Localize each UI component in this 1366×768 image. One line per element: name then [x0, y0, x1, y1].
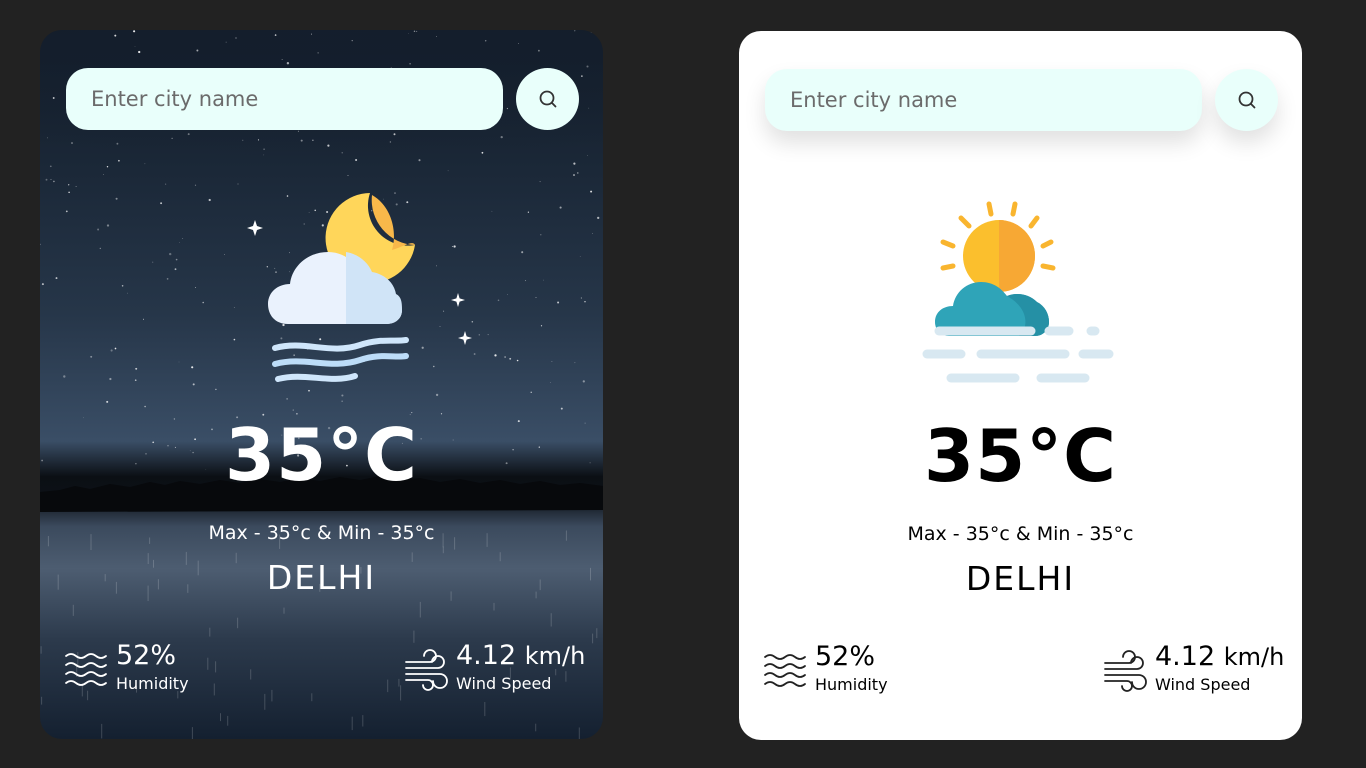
waves-icon	[764, 654, 806, 687]
min-max-temperature: Max - 35°c & Min - 35°c	[208, 522, 435, 544]
wind-speed-label: Wind Speed	[456, 674, 552, 693]
wind-speed-unit: km/h	[1223, 643, 1285, 671]
humidity-value: 52%	[815, 641, 876, 672]
weather-card-day: 35°C Max - 35°c & Min - 35°c DELHI 52% H…	[739, 31, 1302, 740]
search-icon	[1238, 91, 1255, 109]
city-search-input[interactable]	[66, 68, 503, 130]
wind-speed-value: 4.12 km/h	[456, 640, 585, 671]
wind-speed-value: 4.12 km/h	[1155, 641, 1284, 672]
partly-sunny-fog-icon	[922, 201, 1114, 383]
weather-card-night: 35°C Max - 35°c & Min - 35°c DELHI 52% H…	[40, 30, 603, 739]
wind-speed-number: 4.12	[1155, 641, 1216, 672]
wind-detail: 4.12 km/h Wind Speed	[404, 640, 603, 700]
city-search-input[interactable]	[765, 69, 1202, 131]
search-button[interactable]	[1215, 69, 1278, 131]
city-name: DELHI	[965, 559, 1076, 598]
wind-icon	[405, 649, 448, 691]
wind-detail: 4.12 km/h Wind Speed	[1103, 641, 1302, 701]
humidity-label: Humidity	[116, 674, 189, 693]
search-icon	[539, 90, 556, 108]
city-name: DELHI	[266, 558, 377, 597]
temperature: 35°C	[923, 414, 1118, 498]
min-max-temperature: Max - 35°c & Min - 35°c	[907, 523, 1134, 545]
cloudy-night-fog-icon	[247, 193, 415, 382]
wind-speed-number: 4.12	[456, 640, 517, 671]
search-bar	[765, 69, 1278, 131]
humidity-value: 52%	[116, 640, 177, 671]
wind-icon	[1104, 650, 1147, 692]
search-bar	[66, 68, 579, 130]
wind-speed-label: Wind Speed	[1155, 675, 1251, 694]
search-button[interactable]	[516, 68, 579, 130]
waves-icon	[65, 653, 107, 686]
temperature: 35°C	[224, 413, 419, 497]
humidity-detail: 52% Humidity	[64, 640, 234, 700]
humidity-label: Humidity	[815, 675, 888, 694]
humidity-detail: 52% Humidity	[763, 641, 933, 701]
sparkle-icon	[451, 293, 465, 307]
wind-speed-unit: km/h	[524, 642, 586, 670]
sparkle-icon	[458, 331, 472, 345]
